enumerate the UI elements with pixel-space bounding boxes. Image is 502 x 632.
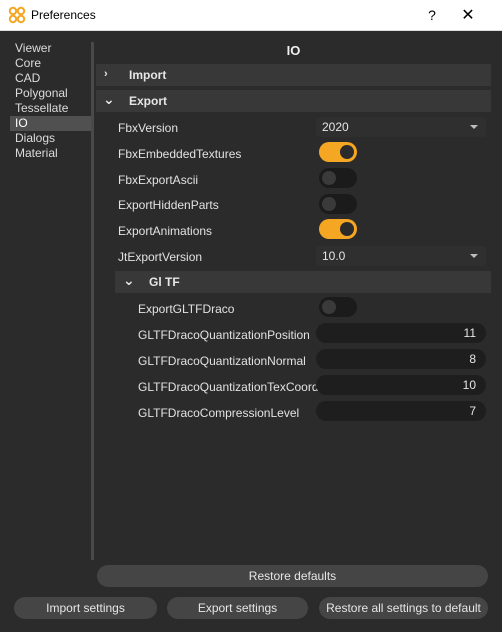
settings-panel: IO › Import ⌄ Export FbxVersion 2020 Fbx… — [96, 41, 491, 560]
fbx-version-dropdown[interactable]: 2020 — [316, 117, 486, 137]
toggle-knob — [340, 145, 354, 159]
title-bar: Preferences ? ✕ — [0, 0, 502, 31]
quant-texcoord-label: GLTFDracoQuantizationTexCoord — [138, 380, 319, 394]
panel-title: IO — [286, 43, 301, 58]
quant-normal-field[interactable]: 8 — [316, 349, 486, 369]
restore-defaults-button[interactable]: Restore defaults — [97, 565, 488, 587]
export-hidden-parts-toggle[interactable] — [319, 194, 357, 214]
section-import-label: Import — [129, 68, 167, 82]
toggle-knob — [340, 222, 354, 236]
export-animations-label: ExportAnimations — [118, 224, 213, 238]
quant-position-value: 11 — [463, 326, 476, 340]
quant-texcoord-value: 10 — [462, 378, 476, 392]
fbx-embedded-textures-label: FbxEmbeddedTextures — [118, 147, 242, 161]
section-import-header[interactable]: › Import — [96, 64, 491, 86]
jt-export-version-value: 10.0 — [322, 249, 346, 263]
chevron-down-icon: ⌄ — [123, 272, 135, 288]
compression-level-label: GLTFDracoCompressionLevel — [138, 406, 300, 420]
toggle-knob — [322, 197, 336, 211]
export-animations-toggle[interactable] — [319, 219, 357, 239]
window-title: Preferences — [31, 8, 96, 22]
export-gltf-draco-toggle[interactable] — [319, 297, 357, 317]
chevron-down-icon: ⌄ — [103, 91, 115, 107]
sidebar-item-cad[interactable]: CAD — [10, 71, 92, 86]
dropdown-arrow-icon — [470, 254, 478, 258]
fbx-version-label: FbxVersion — [118, 121, 179, 135]
toggle-knob — [322, 171, 336, 185]
restore-all-settings-button[interactable]: Restore all settings to default — [319, 597, 488, 619]
close-button[interactable]: ✕ — [448, 0, 488, 31]
quant-position-field[interactable]: 11 — [316, 323, 486, 343]
fbx-export-ascii-toggle[interactable] — [319, 168, 357, 188]
sidebar-item-io[interactable]: IO — [10, 116, 92, 131]
sidebar-item-viewer[interactable]: Viewer — [10, 41, 92, 56]
splitter-handle[interactable] — [91, 42, 94, 560]
toggle-knob — [322, 300, 336, 314]
export-gltf-draco-label: ExportGLTFDraco — [138, 302, 235, 316]
sidebar-item-dialogs[interactable]: Dialogs — [10, 131, 92, 146]
quant-normal-label: GLTFDracoQuantizationNormal — [138, 354, 306, 368]
jt-export-version-label: JtExportVersion — [118, 250, 203, 264]
sidebar-item-tessellate[interactable]: Tessellate — [10, 101, 92, 116]
section-export-label: Export — [129, 94, 168, 108]
sidebar-item-core[interactable]: Core — [10, 56, 92, 71]
import-settings-button[interactable]: Import settings — [14, 597, 157, 619]
app-logo-icon — [8, 6, 26, 24]
category-list: Viewer Core CAD Polygonal Tessellate IO … — [10, 41, 92, 161]
quant-position-label: GLTFDracoQuantizationPosition — [138, 328, 310, 342]
quant-normal-value: 8 — [469, 352, 476, 366]
export-settings-button[interactable]: Export settings — [167, 597, 308, 619]
sidebar-item-material[interactable]: Material — [10, 146, 92, 161]
jt-export-version-dropdown[interactable]: 10.0 — [316, 246, 486, 266]
fbx-embedded-textures-toggle[interactable] — [319, 142, 357, 162]
section-gltf-header[interactable]: ⌄ Gl TF — [115, 271, 491, 293]
help-button[interactable]: ? — [412, 0, 452, 31]
section-gltf-label: Gl TF — [149, 275, 180, 289]
sidebar-item-polygonal[interactable]: Polygonal — [10, 86, 92, 101]
compression-level-value: 7 — [469, 404, 476, 418]
fbx-version-value: 2020 — [322, 120, 349, 134]
section-export-header[interactable]: ⌄ Export — [96, 90, 491, 112]
export-hidden-parts-label: ExportHiddenParts — [118, 198, 219, 212]
compression-level-field[interactable]: 7 — [316, 401, 486, 421]
dropdown-arrow-icon — [470, 125, 478, 129]
quant-texcoord-field[interactable]: 10 — [316, 375, 486, 395]
fbx-export-ascii-label: FbxExportAscii — [118, 173, 199, 187]
chevron-right-icon: › — [104, 68, 108, 80]
